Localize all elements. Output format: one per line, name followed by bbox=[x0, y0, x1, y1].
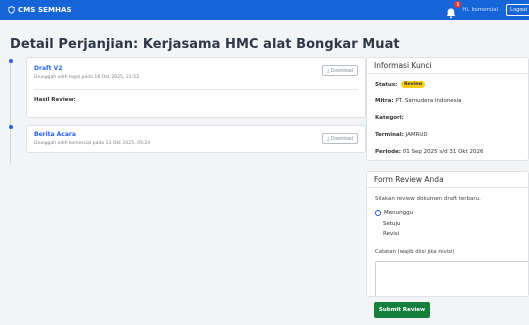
page-title: Detail Perjanjian: Kerjasama HMC alat Bo… bbox=[10, 37, 400, 52]
kategori-label: Kategori: bbox=[375, 115, 404, 121]
divider bbox=[34, 89, 358, 90]
radio-label: Revisi bbox=[383, 231, 400, 237]
timeline-dot bbox=[8, 125, 13, 129]
mitra-value: PT. Samudera Indonesia bbox=[395, 98, 462, 104]
upload-info: Diunggah oleh komersial pada 13 Okt 2025… bbox=[34, 141, 151, 146]
radio-label: Menunggu bbox=[384, 210, 414, 216]
document-title-link[interactable]: Draft V2 bbox=[34, 65, 62, 72]
kategori-row: Kategori: bbox=[375, 115, 404, 121]
mitra-label: Mitra: bbox=[375, 98, 394, 104]
terminal-row: Terminal: JAMRUD bbox=[375, 132, 428, 138]
periode-row: Periode: 01 Sep 2025 s/d 31 Okt 2026 bbox=[375, 149, 484, 155]
review-form-card: Form Review Anda Silakan review dokumen … bbox=[366, 171, 529, 297]
key-info-card: Informasi Kunci Status: Review Mitra: PT… bbox=[366, 57, 529, 161]
upload-info: Diunggah oleh legal pada 16 Okt 2025, 21… bbox=[34, 75, 140, 80]
download-button[interactable]: ⤓ Download bbox=[322, 65, 358, 76]
logout-button[interactable]: Logout bbox=[506, 4, 529, 16]
download-button[interactable]: ⤓ Download bbox=[322, 133, 358, 144]
status-badge: Review bbox=[401, 81, 426, 88]
radio-menunggu[interactable]: Menunggu bbox=[375, 210, 413, 216]
key-info-heading: Informasi Kunci bbox=[367, 58, 528, 74]
timeline-item: Berita Acara Diunggah oleh komersial pad… bbox=[26, 125, 366, 153]
user-greeting[interactable]: Hi, komersial bbox=[462, 7, 498, 13]
notification-bell[interactable]: 1 bbox=[445, 1, 462, 19]
brand[interactable]: CMS SEMHAS bbox=[8, 6, 72, 14]
notes-label: Catatan (wajib diisi jika revisi) bbox=[375, 249, 455, 255]
periode-label: Periode: bbox=[375, 149, 402, 155]
top-navbar: CMS SEMHAS 1 Hi, komersial Logout bbox=[0, 0, 529, 20]
mitra-row: Mitra: PT. Samudera Indonesia bbox=[375, 98, 461, 104]
notification-badge: 1 bbox=[454, 1, 462, 8]
radio-setuju[interactable]: Setuju bbox=[383, 221, 401, 227]
review-form-heading: Form Review Anda bbox=[367, 172, 528, 188]
terminal-value: JAMRUD bbox=[405, 132, 428, 138]
radio-selected-icon[interactable] bbox=[375, 210, 381, 216]
radio-label: Setuju bbox=[383, 221, 401, 227]
submit-review-button[interactable]: Submit Review bbox=[374, 302, 430, 318]
brand-name: CMS SEMHAS bbox=[18, 6, 72, 14]
review-hint: Silakan review dokumen draft terbaru. bbox=[375, 196, 481, 202]
document-title-link[interactable]: Berita Acara bbox=[34, 131, 76, 138]
terminal-label: Terminal: bbox=[375, 132, 404, 138]
timeline-line bbox=[10, 59, 11, 164]
periode-value: 01 Sep 2025 s/d 31 Okt 2026 bbox=[402, 149, 484, 155]
status-label: Status: bbox=[375, 82, 398, 88]
timeline-dot bbox=[8, 59, 13, 63]
shield-icon bbox=[8, 6, 15, 14]
radio-revisi[interactable]: Revisi bbox=[383, 231, 399, 237]
bell-icon bbox=[447, 8, 456, 19]
notes-textarea[interactable] bbox=[375, 261, 528, 296]
status-row: Status: Review bbox=[375, 81, 426, 88]
timeline-item: Draft V2 Diunggah oleh legal pada 16 Okt… bbox=[26, 57, 366, 118]
review-result-label: Hasil Review: bbox=[34, 97, 76, 103]
